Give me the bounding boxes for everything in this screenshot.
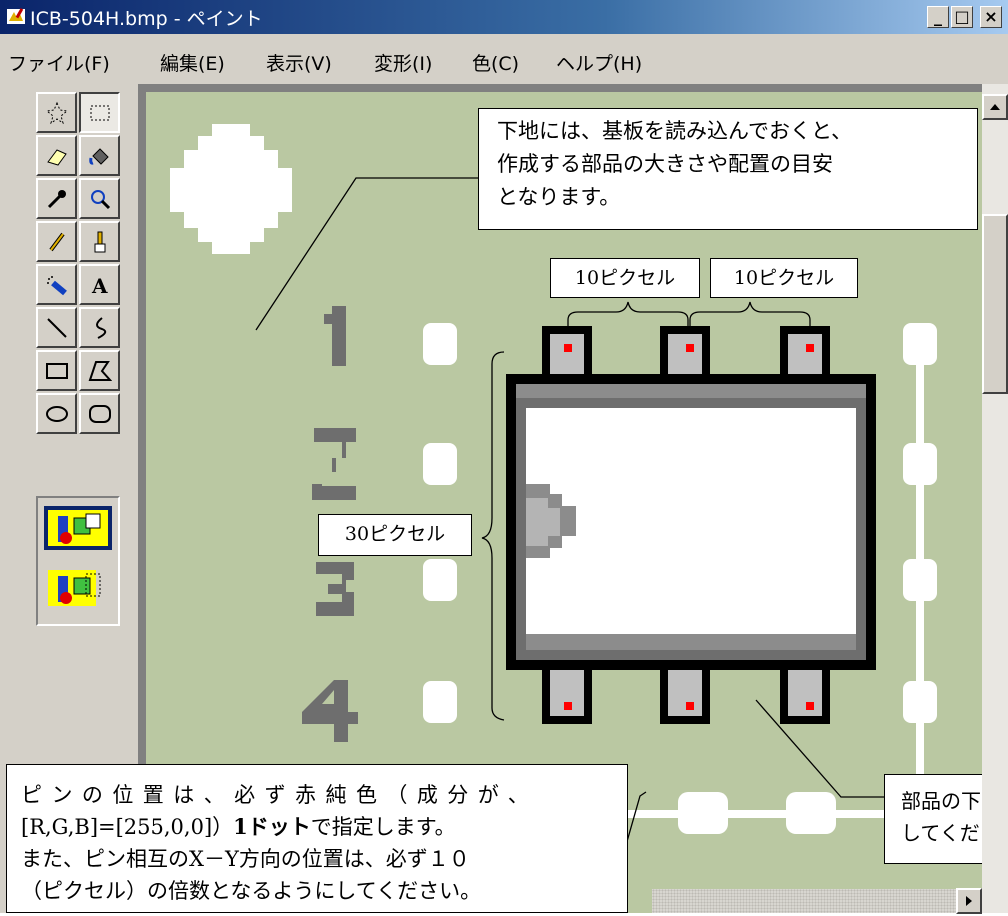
fill-tool[interactable] <box>79 135 120 176</box>
bottom-note-line1: ピンの位置は、必ず赤純色（成分が、 <box>21 783 539 807</box>
right-note-line: 部品の下 <box>901 789 981 813</box>
mounting-hole <box>170 124 292 254</box>
bottom-note-callout: ピンの位置は、必ず赤純色（成分が、 [R,G,B]=[255,0,0]）1ドット… <box>6 764 628 913</box>
line-tool[interactable] <box>36 307 77 348</box>
menu-file[interactable]: ファイル(F) <box>8 49 110 76</box>
scroll-thumb[interactable] <box>982 214 1008 394</box>
bottom-note-line2-post: で指定します。 <box>310 815 456 839</box>
menu-help[interactable]: ヘルプ(H) <box>556 49 642 76</box>
bottom-note-line2-bold: 1ドット <box>233 814 311 839</box>
eraser-tool[interactable] <box>36 135 77 176</box>
vertical-scrollbar[interactable] <box>982 84 1008 913</box>
pitch-label-right: 10ピクセル <box>710 258 858 298</box>
menu-bar: ファイル(F) 編集(E) 表示(V) 変形(I) 色(C) ヘルプ(H) <box>0 34 1008 84</box>
color-picker-tool[interactable] <box>36 178 77 219</box>
rounded-rectangle-icon <box>89 405 111 423</box>
rounded-rectangle-tool[interactable] <box>79 393 120 434</box>
text-tool[interactable]: A <box>79 264 120 305</box>
polygon-icon <box>88 361 112 381</box>
top-note-line: 下地には、基板を読み込んでおくと、 <box>497 119 853 143</box>
close-button[interactable]: × <box>980 6 1002 28</box>
rectangle-tool[interactable] <box>36 350 77 391</box>
minimize-button[interactable]: _ <box>927 6 949 28</box>
scroll-right-button[interactable] <box>956 888 982 914</box>
fill-bucket-icon <box>89 148 109 165</box>
top-note-line: となります。 <box>497 185 621 209</box>
scroll-up-button[interactable] <box>982 94 1008 120</box>
curve-tool[interactable] <box>79 307 120 348</box>
horizontal-scrollbar[interactable] <box>652 888 982 914</box>
text-icon: A <box>91 274 108 297</box>
bottom-note-line2: [R,G,B]=[255,0,0]）1ドットで指定します。 <box>21 811 627 843</box>
bottom-note-line2-pre: [R,G,B]=[255,0,0]） <box>21 815 234 839</box>
magnifier-tool[interactable] <box>79 178 120 219</box>
arrow-up-icon <box>990 104 1000 110</box>
menu-view[interactable]: 表示(V) <box>266 49 332 76</box>
airbrush-tool[interactable] <box>36 264 77 305</box>
bottom-note-line4: （ピクセル）の倍数となるようにしてください。 <box>21 879 482 903</box>
rectangle-icon <box>46 363 68 379</box>
paint-app-icon <box>7 8 25 24</box>
brush-tool[interactable] <box>79 221 120 262</box>
rect-select-tool[interactable] <box>79 92 120 133</box>
right-note-line: してくだ <box>901 821 980 845</box>
free-select-icon <box>45 101 69 125</box>
opaque-icon <box>48 510 108 546</box>
polygon-tool[interactable] <box>79 350 120 391</box>
curve-icon <box>96 317 107 339</box>
menu-colors[interactable]: 色(C) <box>472 49 519 76</box>
eyedropper-icon <box>47 190 66 209</box>
transparent-option[interactable] <box>44 566 112 610</box>
ic-body <box>506 374 876 670</box>
ellipse-icon <box>46 406 68 422</box>
height-label: 30ピクセル <box>318 514 472 556</box>
ellipse-tool[interactable] <box>36 393 77 434</box>
tool-options <box>36 496 120 626</box>
right-note-callout: 部品の下 してくだ <box>884 774 982 864</box>
pencil-tool[interactable] <box>36 221 77 262</box>
top-note-callout: 下地には、基板を読み込んでおくと、 作成する部品の大きさや配置の目安 となります… <box>478 108 978 230</box>
top-note-line: 作成する部品の大きさや配置の目安 <box>497 152 833 176</box>
line-icon <box>47 318 67 338</box>
pitch-label-left: 10ピクセル <box>550 258 700 298</box>
opaque-option[interactable] <box>44 506 112 550</box>
arrow-right-icon <box>966 896 972 906</box>
pencil-icon <box>49 232 65 252</box>
transparent-icon <box>48 570 101 606</box>
free-select-tool[interactable] <box>36 92 77 133</box>
magnifier-icon <box>91 190 111 210</box>
brush-icon <box>94 231 106 253</box>
menu-edit[interactable]: 編集(E) <box>160 49 225 76</box>
menu-image[interactable]: 変形(I) <box>374 49 432 76</box>
svg-text:A: A <box>91 274 108 297</box>
window-title: ICB-504H.bmp - ペイント <box>30 8 263 30</box>
airbrush-icon <box>47 276 67 296</box>
rect-select-icon <box>90 105 110 121</box>
eraser-icon <box>47 149 67 166</box>
bottom-note-line3: また、ピン相互のX－Y方向の位置は、必ず１０ <box>21 847 470 871</box>
maximize-button[interactable]: □ <box>951 6 973 28</box>
